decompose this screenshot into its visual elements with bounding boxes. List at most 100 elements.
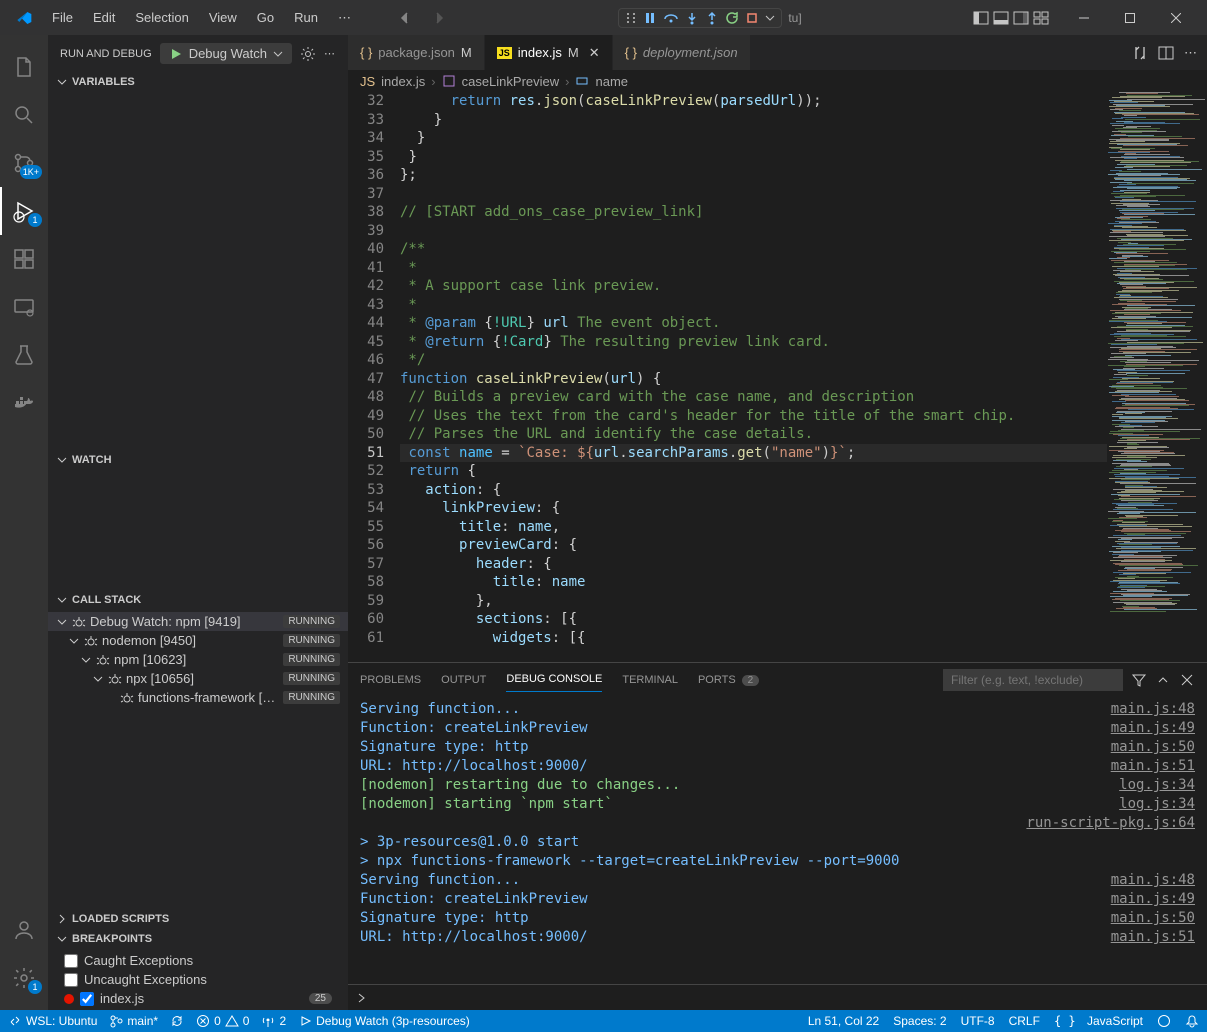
breadcrumbs[interactable]: JS index.js › caseLinkPreview › name [348, 70, 1207, 92]
debug-pause-icon[interactable] [643, 11, 657, 25]
activity-remote[interactable] [0, 283, 48, 331]
status-language[interactable]: { } JavaScript [1054, 1014, 1143, 1028]
console-source-link[interactable]: main.js:51 [1111, 928, 1195, 947]
activity-search[interactable] [0, 91, 48, 139]
console-source-link[interactable]: main.js:50 [1111, 909, 1195, 928]
editor-tab[interactable]: JS index.js M ✕ [485, 35, 613, 70]
breakpoint-uncaught[interactable]: Uncaught Exceptions [48, 970, 348, 989]
status-problems[interactable]: 0 0 [196, 1014, 249, 1028]
checkbox[interactable] [64, 973, 78, 987]
close-icon[interactable] [1179, 672, 1195, 688]
breakpoint-caught[interactable]: Caught Exceptions [48, 951, 348, 970]
debug-config-selector[interactable]: Debug Watch [160, 43, 292, 64]
console-source-link[interactable]: log.js:34 [1119, 776, 1195, 795]
layout-panel-left-icon[interactable] [973, 10, 989, 26]
menu-view[interactable]: View [201, 6, 245, 29]
status-cursor-position[interactable]: Ln 51, Col 22 [808, 1014, 879, 1028]
section-loaded-scripts[interactable]: LOADED SCRIPTS [48, 909, 348, 929]
compare-changes-icon[interactable] [1132, 45, 1148, 61]
panel-tab-output[interactable]: OUTPUT [441, 668, 486, 692]
panel-tab-debug-console[interactable]: DEBUG CONSOLE [506, 667, 602, 692]
editor-body[interactable]: 3233343536373839404142434445464748495051… [348, 92, 1207, 662]
repl-input[interactable] [348, 984, 1207, 1010]
console-source-link[interactable]: main.js:50 [1111, 738, 1195, 757]
section-breakpoints[interactable]: BREAKPOINTS [48, 929, 348, 949]
status-ports[interactable]: 2 [261, 1014, 286, 1028]
checkbox[interactable] [64, 954, 78, 968]
console-source-link[interactable]: main.js:48 [1111, 700, 1195, 719]
debug-step-over-icon[interactable] [663, 11, 679, 25]
editor-tab[interactable]: { } deployment.json [613, 35, 751, 70]
breadcrumb-item[interactable]: caseLinkPreview [462, 74, 560, 89]
nav-forward-icon[interactable] [431, 10, 447, 26]
status-indentation[interactable]: Spaces: 2 [893, 1014, 946, 1028]
status-encoding[interactable]: UTF-8 [961, 1014, 995, 1028]
activity-docker[interactable] [0, 379, 48, 427]
layout-customize-icon[interactable] [1033, 10, 1049, 26]
debug-step-out-icon[interactable] [705, 11, 719, 25]
console-source-link[interactable]: main.js:51 [1111, 757, 1195, 776]
callstack-item[interactable]: Debug Watch: npm [9419]RUNNING [48, 612, 348, 631]
menu-more[interactable]: ⋯ [330, 6, 359, 30]
close-icon[interactable]: ✕ [589, 45, 600, 61]
status-remote[interactable]: WSL: Ubuntu [8, 1014, 97, 1028]
section-variables[interactable]: VARIABLES [48, 72, 348, 92]
status-notifications[interactable] [1185, 1014, 1199, 1028]
console-source-link[interactable]: run-script-pkg.js:64 [1026, 814, 1195, 833]
callstack-item[interactable]: npx [10656]RUNNING [48, 669, 348, 688]
code-editor[interactable]: return res.json(caseLinkPreview(parsedUr… [400, 92, 1107, 662]
breakpoint-file[interactable]: index.js 25 [48, 989, 348, 1008]
activity-source-control[interactable]: 1K+ [0, 139, 48, 187]
console-source-link[interactable]: main.js:49 [1111, 719, 1195, 738]
callstack-item[interactable]: functions-framework [106…RUNNING [48, 688, 348, 707]
menu-run[interactable]: Run [286, 6, 326, 29]
section-callstack[interactable]: CALL STACK [48, 590, 348, 610]
console-source-link[interactable]: main.js:48 [1111, 871, 1195, 890]
activity-run-debug[interactable]: 1 [0, 187, 48, 235]
breadcrumb-item[interactable]: index.js [381, 74, 425, 89]
gear-icon[interactable] [300, 46, 316, 62]
nav-back-icon[interactable] [397, 10, 413, 26]
status-debug-session[interactable]: Debug Watch (3p-resources) [298, 1014, 470, 1028]
filter-icon[interactable] [1131, 672, 1147, 688]
menu-selection[interactable]: Selection [127, 6, 196, 29]
status-eol[interactable]: CRLF [1009, 1014, 1040, 1028]
window-maximize-button[interactable] [1107, 0, 1153, 35]
more-icon[interactable]: ⋯ [1184, 45, 1197, 61]
panel-tab-ports[interactable]: PORTS2 [698, 668, 759, 692]
debug-grip-icon[interactable] [625, 11, 637, 25]
activity-extensions[interactable] [0, 235, 48, 283]
console-source-link[interactable]: log.js:34 [1119, 795, 1195, 814]
chevron-up-icon[interactable] [1155, 672, 1171, 688]
layout-panel-bottom-icon[interactable] [993, 10, 1009, 26]
status-sync[interactable] [170, 1014, 184, 1028]
activity-testing[interactable] [0, 331, 48, 379]
debug-console[interactable]: Serving function...main.js:48Function: c… [348, 696, 1207, 984]
console-filter-input[interactable] [943, 669, 1123, 691]
callstack-item[interactable]: nodemon [9450]RUNNING [48, 631, 348, 650]
panel-tab-terminal[interactable]: TERMINAL [622, 668, 678, 692]
menu-edit[interactable]: Edit [85, 6, 123, 29]
panel-tab-problems[interactable]: PROBLEMS [360, 668, 421, 692]
checkbox[interactable] [80, 992, 94, 1006]
chevron-down-icon[interactable] [765, 13, 775, 23]
debug-step-into-icon[interactable] [685, 11, 699, 25]
status-branch[interactable]: main* [109, 1014, 158, 1028]
activity-settings[interactable]: 1 [0, 954, 48, 1002]
window-minimize-button[interactable] [1061, 0, 1107, 35]
window-close-button[interactable] [1153, 0, 1199, 35]
status-feedback[interactable] [1157, 1014, 1171, 1028]
menu-go[interactable]: Go [249, 6, 282, 29]
more-icon[interactable]: ⋯ [324, 47, 335, 60]
activity-explorer[interactable] [0, 43, 48, 91]
split-editor-icon[interactable] [1158, 45, 1174, 61]
console-source-link[interactable]: main.js:49 [1111, 890, 1195, 909]
menu-file[interactable]: File [44, 6, 81, 29]
layout-panel-right-icon[interactable] [1013, 10, 1029, 26]
debug-stop-icon[interactable] [745, 11, 759, 25]
minimap[interactable] [1107, 92, 1207, 662]
activity-accounts[interactable] [0, 906, 48, 954]
section-watch[interactable]: WATCH [48, 450, 348, 470]
debug-restart-icon[interactable] [725, 11, 739, 25]
breadcrumb-item[interactable]: name [595, 74, 628, 89]
